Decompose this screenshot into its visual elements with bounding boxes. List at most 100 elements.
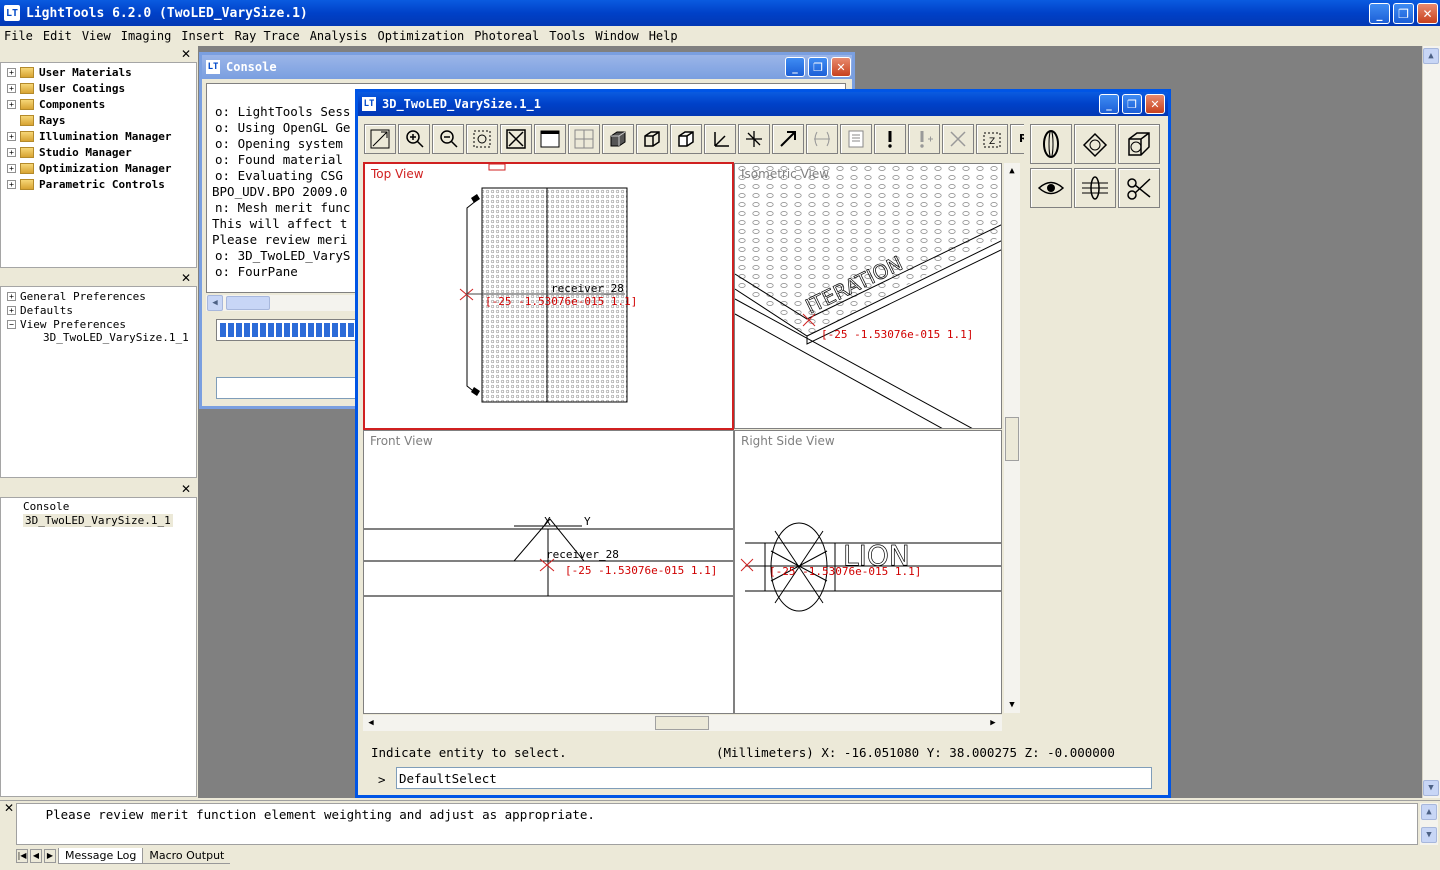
menu-file[interactable]: File: [4, 29, 33, 43]
menu-tools[interactable]: Tools: [549, 29, 585, 43]
tab-prev-icon[interactable]: ◀: [30, 849, 42, 863]
tree-item-3d-view[interactable]: 3D_TwoLED_VarySize.1_1: [23, 514, 173, 527]
wireframe-view-button[interactable]: [636, 124, 668, 154]
close-button[interactable]: ✕: [1417, 3, 1438, 24]
tree-item-components[interactable]: + Components: [7, 96, 105, 112]
menu-photoreal[interactable]: Photoreal: [474, 29, 539, 43]
select-arrow-button[interactable]: [772, 124, 804, 154]
expand-icon[interactable]: +: [7, 99, 16, 109]
tab-macro-output[interactable]: Macro Output: [143, 848, 231, 864]
scroll-down-icon[interactable]: ▼: [1421, 827, 1437, 843]
console-maximize-button[interactable]: ❐: [808, 57, 828, 77]
tree-item-console[interactable]: Console: [23, 500, 69, 513]
menu-view[interactable]: View: [82, 29, 111, 43]
expand-icon[interactable]: +: [7, 67, 16, 77]
tree-item-illumination-manager[interactable]: + Illumination Manager: [7, 128, 171, 144]
scroll-up-icon[interactable]: ▲: [1421, 804, 1437, 820]
lens-tool-button[interactable]: [1030, 124, 1072, 164]
more-icon: R: [1019, 132, 1024, 145]
expand-icon[interactable]: +: [7, 291, 16, 301]
close-icon[interactable]: ✕: [181, 271, 191, 285]
tab-message-log[interactable]: Message Log: [58, 848, 144, 864]
view-eye-button[interactable]: [1030, 168, 1072, 208]
source-tool-button[interactable]: [1074, 124, 1116, 164]
axis-y-label: Y: [584, 515, 591, 528]
alert-button[interactable]: [874, 124, 906, 154]
command-input[interactable]: DefaultSelect: [396, 767, 1152, 789]
menu-window[interactable]: Window: [595, 29, 638, 43]
console-minimize-button[interactable]: _: [785, 57, 805, 77]
folder-icon: [20, 130, 34, 142]
right-side-view-pane[interactable]: Right Side View LION [-25 -1.53076e-015 …: [734, 430, 1002, 714]
expand-icon[interactable]: +: [7, 147, 16, 157]
zoom-fit-button[interactable]: [364, 124, 396, 154]
expand-icon[interactable]: +: [7, 305, 16, 315]
more-tools-button[interactable]: R: [1010, 124, 1024, 154]
menu-imaging[interactable]: Imaging: [121, 29, 172, 43]
scroll-down-icon[interactable]: ▼: [1423, 780, 1439, 796]
zoom-all-button[interactable]: [500, 124, 532, 154]
hidden-line-button[interactable]: [670, 124, 702, 154]
view3d-close-button[interactable]: ✕: [1145, 94, 1165, 114]
minimize-button[interactable]: _: [1369, 3, 1390, 24]
zoom-box-button[interactable]: Z: [976, 124, 1008, 154]
single-pane-button[interactable]: [534, 124, 566, 154]
top-view-pane[interactable]: Top View receiver_28 [-25 -1.53076e-015 …: [363, 162, 734, 430]
scroll-up-icon[interactable]: ▲: [1423, 48, 1439, 64]
view3d-maximize-button[interactable]: ❐: [1122, 94, 1142, 114]
zoom-in-button[interactable]: [398, 124, 430, 154]
scroll-thumb[interactable]: [226, 296, 270, 310]
tree-item-view-3d[interactable]: 3D_TwoLED_VarySize.1_1: [43, 331, 189, 344]
isometric-view-pane[interactable]: ITERATION Isometric View [-25 -1.53076e-…: [734, 163, 1002, 429]
tree-item-rays[interactable]: Rays: [20, 112, 66, 128]
tree-item-user-coatings[interactable]: + User Coatings: [7, 80, 125, 96]
menu-insert[interactable]: Insert: [181, 29, 224, 43]
expand-icon[interactable]: +: [7, 163, 16, 173]
view-vscrollbar[interactable]: ▲ ▼: [1004, 163, 1020, 713]
axes-button[interactable]: [704, 124, 736, 154]
shaded-view-button[interactable]: [602, 124, 634, 154]
view-hscrollbar[interactable]: ◀ ▶: [363, 715, 1002, 731]
close-icon[interactable]: ✕: [181, 47, 191, 61]
menu-help[interactable]: Help: [649, 29, 678, 43]
scroll-up-icon[interactable]: ▲: [1004, 163, 1020, 179]
scroll-right-icon[interactable]: ▶: [985, 715, 1001, 731]
zoom-window-button[interactable]: [466, 124, 498, 154]
close-icon[interactable]: ✕: [4, 801, 14, 815]
rotate-button[interactable]: [738, 124, 770, 154]
menu-analysis[interactable]: Analysis: [310, 29, 368, 43]
scroll-left-icon[interactable]: ◀: [207, 295, 223, 311]
tab-next-icon[interactable]: ▶: [44, 849, 56, 863]
workspace-scrollbar[interactable]: ▲ ▼: [1422, 46, 1440, 798]
collapse-icon[interactable]: −: [7, 319, 16, 329]
tree-item-studio-manager[interactable]: + Studio Manager: [7, 144, 132, 160]
restore-button[interactable]: ❐: [1393, 3, 1414, 24]
four-pane-button[interactable]: [568, 124, 600, 154]
notes-button[interactable]: [840, 124, 872, 154]
expand-icon[interactable]: +: [7, 83, 16, 93]
menu-edit[interactable]: Edit: [43, 29, 72, 43]
expand-icon[interactable]: +: [7, 179, 16, 189]
close-icon[interactable]: ✕: [181, 482, 191, 496]
scroll-down-icon[interactable]: ▼: [1004, 697, 1020, 713]
message-log-panel: ✕ Please review merit function element w…: [0, 800, 1440, 870]
menu-ray-trace[interactable]: Ray Trace: [235, 29, 300, 43]
tree-item-view-preferences[interactable]: − View Preferences: [7, 316, 126, 332]
front-view-pane[interactable]: Front View X Y receiver_28 [-25 -1.53076…: [363, 430, 734, 714]
scroll-thumb[interactable]: [655, 716, 709, 730]
scroll-thumb[interactable]: [1005, 417, 1019, 461]
zoom-out-button[interactable]: [432, 124, 464, 154]
message-log-scrollbar[interactable]: ▲ ▼: [1420, 803, 1438, 845]
ray-trace-tool-button[interactable]: [1074, 168, 1116, 208]
tree-item-optimization-manager[interactable]: + Optimization Manager: [7, 160, 171, 176]
tab-first-icon[interactable]: |◀: [16, 849, 28, 863]
solid-tool-button[interactable]: [1118, 124, 1160, 164]
expand-icon[interactable]: +: [7, 131, 16, 141]
cut-tool-button[interactable]: [1118, 168, 1160, 208]
tree-item-user-materials[interactable]: + User Materials: [7, 64, 132, 80]
scroll-left-icon[interactable]: ◀: [363, 715, 379, 731]
view3d-minimize-button[interactable]: _: [1099, 94, 1119, 114]
menu-optimization[interactable]: Optimization: [377, 29, 464, 43]
tree-item-parametric-controls[interactable]: + Parametric Controls: [7, 176, 165, 192]
console-close-button[interactable]: ✕: [831, 57, 851, 77]
